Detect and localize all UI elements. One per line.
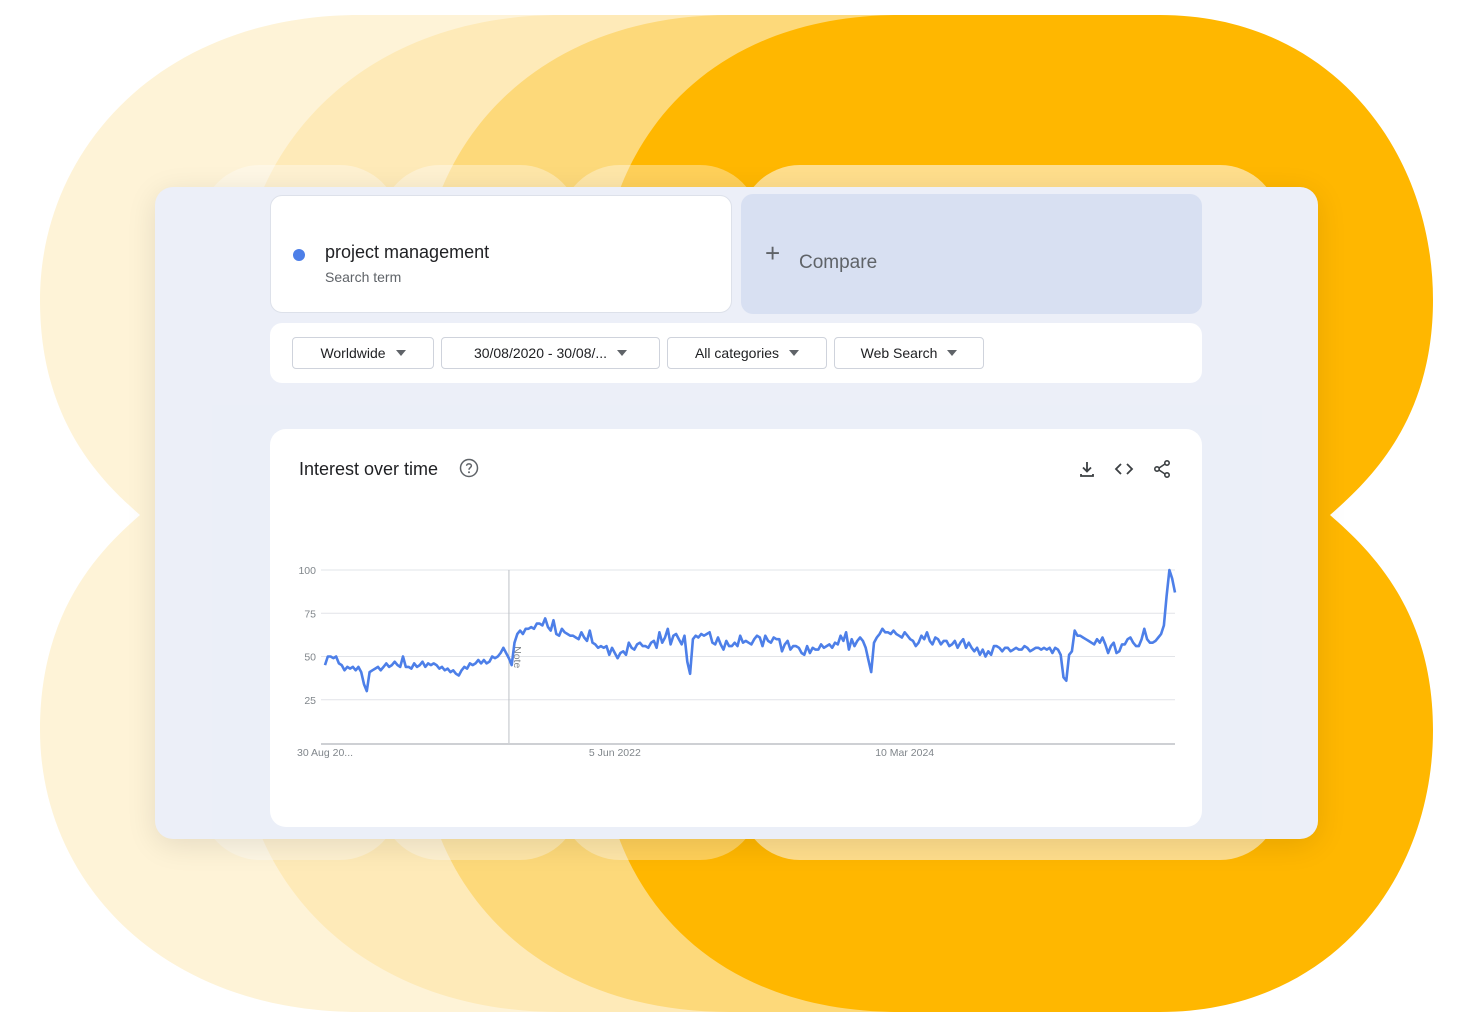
y-tick-label: 100 — [298, 565, 316, 577]
region-filter[interactable]: Worldwide — [292, 337, 434, 369]
chevron-down-icon — [789, 350, 800, 356]
chevron-down-icon — [617, 350, 628, 356]
x-tick-label: 30 Aug 20... — [297, 747, 353, 759]
chevron-down-icon — [395, 350, 406, 356]
y-tick-label: 75 — [304, 608, 316, 620]
category-filter[interactable]: All categories — [667, 337, 827, 369]
series-line-0 — [323, 568, 1177, 693]
search-type-label: Web Search — [860, 345, 938, 361]
x-tick-label: 10 Mar 2024 — [875, 747, 934, 759]
trends-window: project management Search term + Compare… — [155, 187, 1318, 839]
region-filter-label: Worldwide — [320, 345, 386, 361]
search-type-filter[interactable]: Web Search — [834, 337, 984, 369]
compare-label: Compare — [799, 252, 878, 273]
search-term-text[interactable]: project management — [325, 242, 489, 263]
chevron-down-icon — [947, 350, 958, 356]
filter-bar: Worldwide 30/08/2020 - 30/08/... All cat… — [270, 323, 1202, 383]
plus-icon: + — [765, 238, 781, 268]
y-tick-label: 50 — [304, 652, 316, 664]
category-filter-label: All categories — [694, 345, 780, 361]
search-term-type: Search term — [325, 269, 402, 285]
interest-over-time-card: Interest over time 25 50 75 100 Note 30 Aug 2… — [270, 429, 1202, 827]
date-range-filter[interactable]: 30/08/2020 - 30/08/... — [441, 337, 660, 369]
y-tick-label: 25 — [304, 695, 316, 707]
date-range-label: 30/08/2020 - 30/08/... — [473, 345, 608, 361]
term-color-dot — [293, 249, 305, 261]
compare-button[interactable]: + Compare — [741, 194, 1202, 314]
search-term-card[interactable]: project management Search term — [270, 195, 732, 313]
x-tick-label: 5 Jun 2022 — [589, 747, 641, 759]
interest-line-chart: 255075100Note30 Aug 20... 5 Jun 2022 10 Ma… — [297, 565, 1177, 759]
